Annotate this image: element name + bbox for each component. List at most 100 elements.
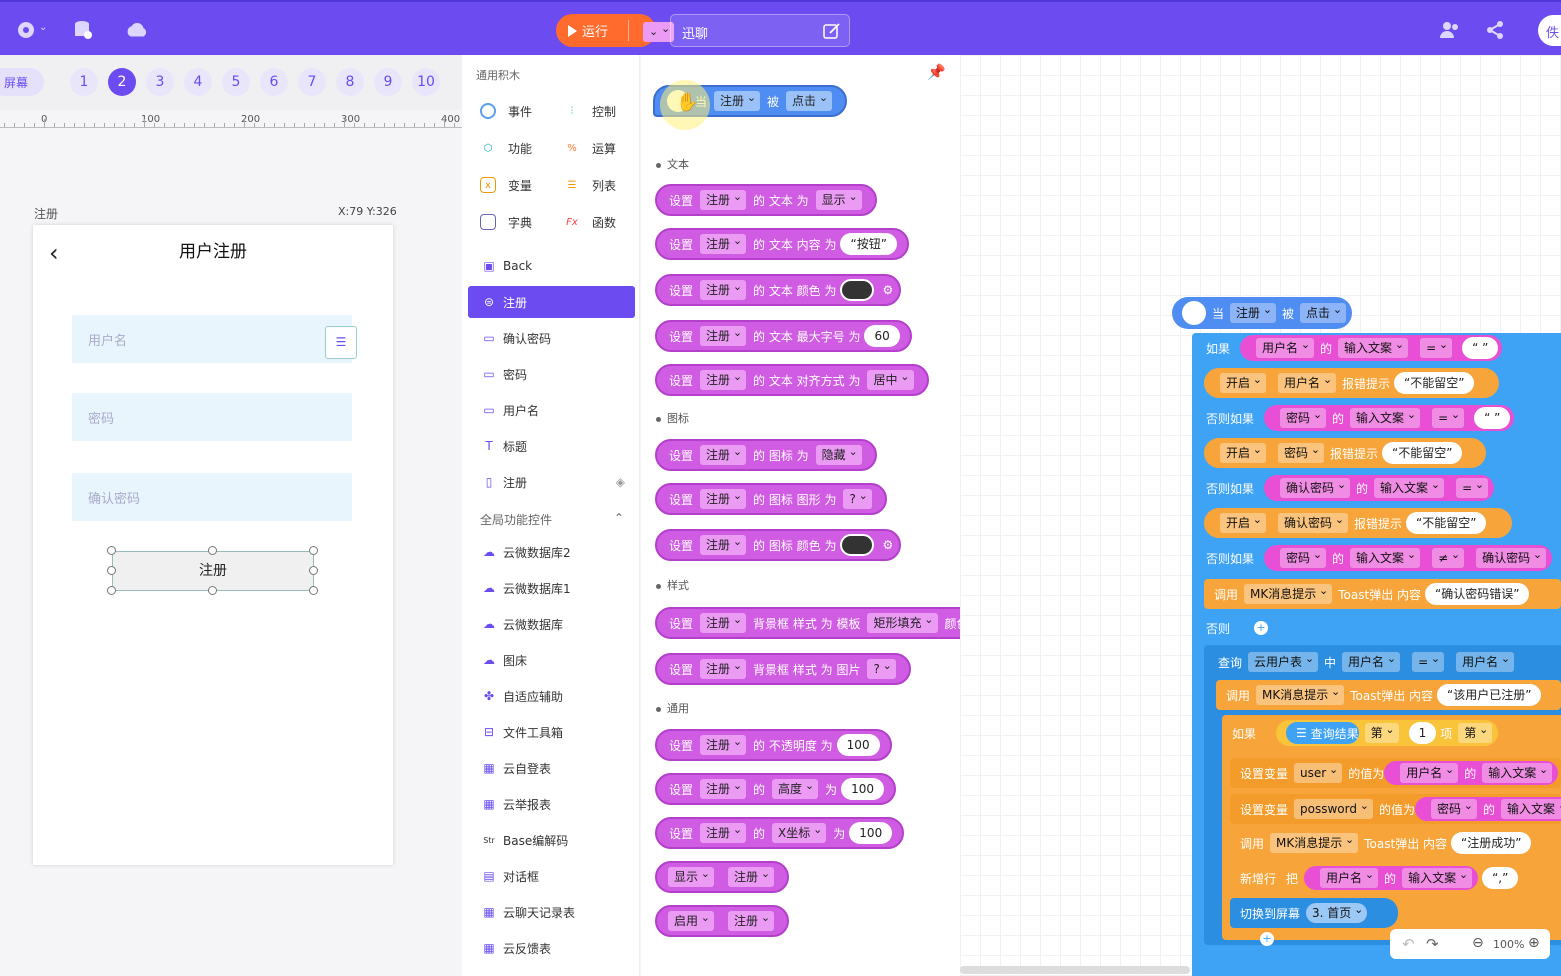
screen-tab-9[interactable]: 9	[374, 68, 402, 96]
screen-tab-1[interactable]: 1	[70, 68, 98, 96]
nth-dropdown[interactable]: 第	[1364, 720, 1399, 743]
settings-gear-icon[interactable]	[14, 18, 38, 42]
number-input[interactable]: 100	[841, 778, 884, 800]
component-register[interactable]: ⊜ 注册	[468, 286, 635, 318]
global-item[interactable]: ☁ 云微数据库2	[468, 536, 635, 568]
value-dropdown[interactable]: 居中	[867, 367, 914, 390]
username-dropdown[interactable]: 用户名	[1456, 649, 1515, 672]
screen-tab-2[interactable]: 2	[108, 68, 136, 96]
number-input[interactable]: 100	[836, 734, 880, 756]
category-dict[interactable]: 字典	[462, 209, 542, 235]
set-var-block[interactable]: 设置变量 user 的值为用户名的输入文案	[1230, 758, 1561, 788]
password-field[interactable]: 密码	[72, 393, 352, 441]
password-dropdown[interactable]: 密码	[1280, 405, 1327, 428]
open-dropdown[interactable]: 开启	[1220, 370, 1267, 393]
undo-icon[interactable]: ↶	[1402, 935, 1415, 953]
category-function[interactable]: ⬡ 功能	[462, 135, 542, 161]
color-swatch[interactable]	[840, 534, 875, 556]
eq-dropdown[interactable]: =	[1456, 475, 1489, 498]
get-prop-block[interactable]: 用户名的输入文案	[1384, 760, 1559, 785]
input-text-dropdown[interactable]: 输入文案	[1338, 335, 1409, 358]
component-back[interactable]: ▣ Back	[468, 250, 635, 282]
component-dropdown[interactable]: 注册	[700, 486, 747, 509]
set-opacity-block[interactable]: 设置注册的 不透明度 为100	[655, 729, 892, 761]
component-dropdown[interactable]: 注册	[700, 776, 747, 799]
set-x-block[interactable]: 设置注册的 X坐标为100	[655, 817, 905, 849]
zoom-out-icon[interactable]: ⊖	[1472, 935, 1484, 951]
open-tip-block[interactable]: 开启用户名报错提示“不能留空”	[1204, 368, 1499, 398]
else-block[interactable]: 否则 +	[1196, 613, 1286, 643]
get-prop-block[interactable]: 用户名的输入文案	[1304, 865, 1479, 890]
set-icon-color-block[interactable]: 设置注册的 图标 颜色 为 ⚙	[655, 529, 902, 561]
category-list[interactable]: ☰ 列表	[546, 172, 626, 198]
resize-handle[interactable]	[208, 546, 217, 555]
username-dropdown[interactable]: 用户名	[1320, 865, 1379, 888]
component-dropdown[interactable]: 注册	[700, 732, 747, 755]
input-text-dropdown[interactable]: 输入文案	[1482, 760, 1553, 783]
set-var-block[interactable]: 设置变量possword的值为密码的输入文案	[1230, 794, 1561, 824]
value-dropdown[interactable]: ?	[843, 486, 872, 509]
event-component-dropdown[interactable]: 注册	[714, 88, 761, 111]
open-dropdown[interactable]: 开启	[1220, 510, 1267, 533]
users-icon[interactable]	[1438, 18, 1462, 42]
global-item[interactable]: ⊟ 文件工具箱	[468, 716, 635, 748]
mk-toast-dropdown[interactable]: MK消息提示	[1244, 581, 1333, 604]
global-item[interactable]: ▦ 云自登表	[468, 752, 635, 784]
value-dropdown[interactable]: 显示	[815, 187, 862, 210]
category-control[interactable]: ⫶ 控制	[546, 98, 626, 124]
password-dropdown[interactable]: 密码	[1431, 796, 1478, 819]
compare-block[interactable]: 确认密码的输入文案 =	[1264, 475, 1495, 501]
component-confirm-password[interactable]: ▭ 确认密码	[468, 322, 635, 354]
confirm-dropdown[interactable]: 确认密码	[1280, 475, 1351, 498]
resize-handle[interactable]	[107, 546, 116, 555]
input-text-dropdown[interactable]: 输入文案	[1374, 475, 1445, 498]
value-dropdown[interactable]: 矩形填充	[867, 610, 938, 633]
component-dropdown[interactable]: 注册	[728, 908, 775, 931]
number-input[interactable]: 60	[864, 325, 900, 347]
value-dropdown[interactable]: ?	[867, 656, 896, 679]
component-title[interactable]: T 标题	[468, 430, 635, 462]
global-item[interactable]: ☁ 图床	[468, 644, 635, 676]
event-component-dropdown[interactable]: 注册	[1230, 300, 1277, 323]
add-icon[interactable]: +	[1254, 621, 1269, 635]
component-dropdown[interactable]: 注册	[700, 231, 747, 254]
resize-handle[interactable]	[309, 586, 318, 595]
open-tip-block[interactable]: 开启确认密码报错提示“不能留空”	[1204, 508, 1512, 538]
component-dropdown[interactable]: 注册	[728, 864, 775, 887]
code-workspace[interactable]: 当 注册 被 点击 如果用户名的输入文案=“ ” 开启用户名报错提示“不能留空”…	[960, 55, 1561, 976]
register-ok-string[interactable]: “注册成功”	[1451, 832, 1532, 854]
password-dropdown[interactable]: 密码	[1280, 545, 1327, 568]
component-dropdown[interactable]: 注册	[700, 442, 747, 465]
get-prop-block[interactable]: 密码的输入文案	[1415, 796, 1561, 821]
query-result-pill[interactable]: ☰ 查询结果	[1286, 722, 1359, 744]
mk-toast-dropdown[interactable]: MK消息提示	[1270, 830, 1359, 853]
screen-tab-8[interactable]: 8	[336, 68, 364, 96]
set-height-block[interactable]: 设置注册的高度为100	[655, 773, 896, 805]
set-bg-image-block[interactable]: 设置注册背景框 样式 为 图片?	[655, 653, 911, 685]
var-dropdown[interactable]: possword	[1294, 796, 1373, 819]
component-password[interactable]: ▭ 密码	[468, 358, 635, 390]
global-item[interactable]: ✤ 自适应辅助	[468, 680, 635, 712]
show-block[interactable]: 显示注册	[655, 861, 790, 893]
confirm-dropdown[interactable]: 确认密码	[1476, 545, 1547, 568]
toast-block[interactable]: 调用 MK消息提示 Toast弹出 内容“注册成功”	[1230, 828, 1561, 858]
field-dropdown[interactable]: 用户名	[1342, 649, 1401, 672]
chevron-down-icon[interactable]: ⌄	[39, 22, 47, 33]
horizontal-scrollbar[interactable]	[960, 966, 1190, 974]
screen-tab-10[interactable]: 10	[412, 68, 440, 96]
toast-block[interactable]: 调用 MK消息提示 Toast弹出 内容“确认密码错误”	[1204, 579, 1561, 609]
global-item[interactable]: Str Base编解码	[468, 824, 635, 856]
open-tip-block[interactable]: 开启密码报错提示“不能留空”	[1204, 438, 1486, 468]
edit-icon[interactable]	[823, 22, 841, 40]
empty-string[interactable]: “ ”	[1474, 407, 1511, 429]
gear-icon[interactable]: ⚙	[882, 283, 893, 297]
screen-dropdown[interactable]: 3. 首页	[1306, 900, 1368, 923]
string-input[interactable]: “按钮”	[840, 233, 897, 255]
resize-handle[interactable]	[107, 566, 116, 575]
category-variable[interactable]: x 变量	[462, 172, 542, 198]
resize-handle[interactable]	[309, 566, 318, 575]
number-input[interactable]: 100	[849, 822, 893, 844]
input-text-dropdown[interactable]: 输入文案	[1350, 545, 1421, 568]
project-name-field[interactable]: 迅聊	[670, 14, 850, 47]
mk-toast-dropdown[interactable]: MK消息提示	[1256, 682, 1345, 705]
